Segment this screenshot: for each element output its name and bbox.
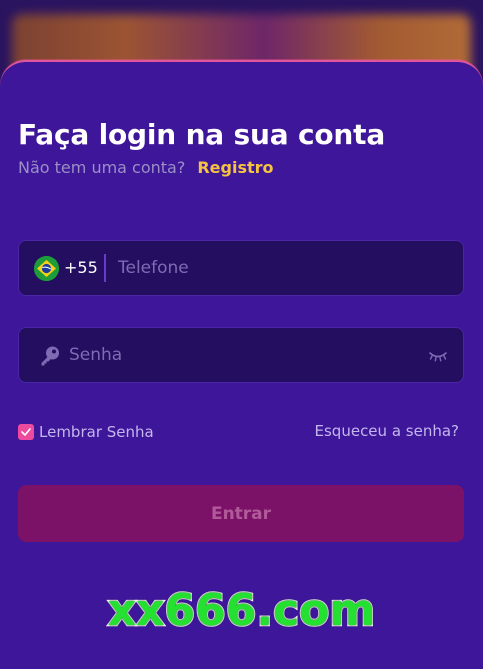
register-prompt: Não tem uma conta? Registro xyxy=(18,158,274,177)
remember-checkbox[interactable] xyxy=(18,424,34,440)
phone-field[interactable]: +55 xyxy=(18,240,464,296)
eye-closed-icon[interactable] xyxy=(428,349,448,363)
key-icon xyxy=(41,346,59,366)
login-screen: Faça login na sua conta Não tem uma cont… xyxy=(0,0,483,669)
page-title: Faça login na sua conta xyxy=(18,118,386,151)
field-divider xyxy=(104,254,106,282)
password-input[interactable] xyxy=(69,328,409,382)
login-button[interactable]: Entrar xyxy=(18,485,464,542)
register-link[interactable]: Registro xyxy=(197,158,273,177)
watermark-logo: xx666.com xyxy=(107,584,377,638)
no-account-text: Não tem uma conta? xyxy=(18,158,186,177)
phone-input[interactable] xyxy=(118,241,448,295)
check-icon xyxy=(21,428,31,436)
brazil-flag-icon[interactable] xyxy=(34,256,59,281)
forgot-password-link[interactable]: Esqueceu a senha? xyxy=(315,422,459,440)
remember-password[interactable]: Lembrar Senha xyxy=(18,423,154,441)
password-field[interactable] xyxy=(18,327,464,383)
login-sheet: Faça login na sua conta Não tem uma cont… xyxy=(0,60,483,669)
country-code[interactable]: +55 xyxy=(64,258,98,277)
remember-label[interactable]: Lembrar Senha xyxy=(39,423,154,441)
